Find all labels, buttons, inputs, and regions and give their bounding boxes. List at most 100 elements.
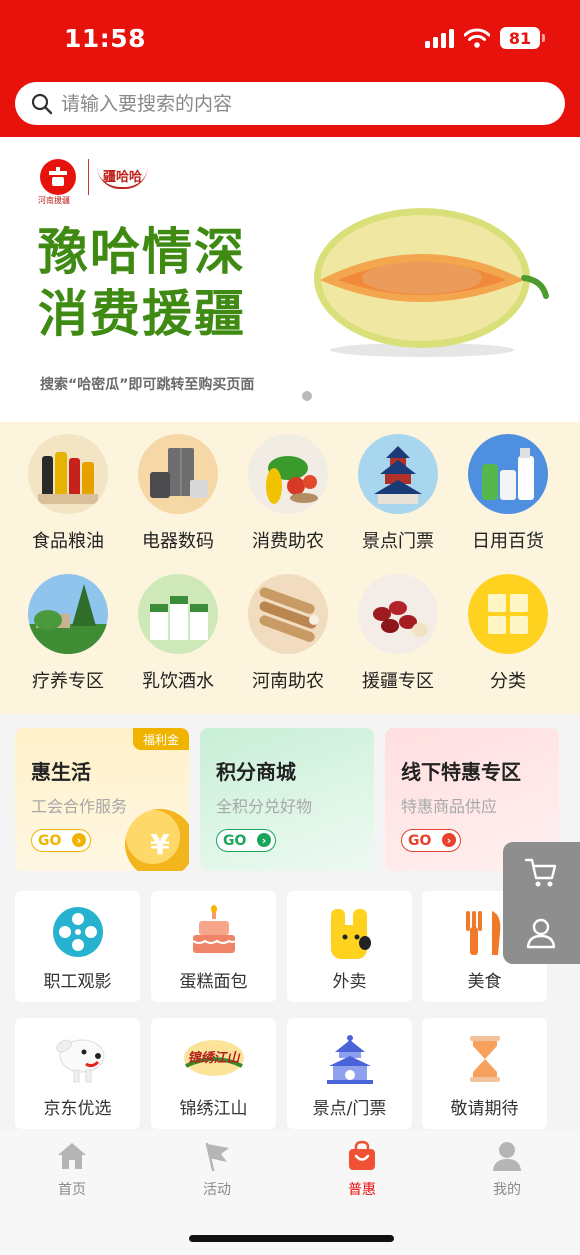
service-label: 职工观影: [43, 972, 112, 992]
user-outline-icon: [526, 918, 556, 949]
tab-label: 普惠: [348, 1182, 376, 1198]
cake-icon: [191, 905, 236, 953]
appliance-icon: [138, 434, 218, 514]
chevron-right-icon: ›: [257, 833, 271, 847]
logo-subtitle: 河南援疆: [38, 196, 70, 205]
category-food-oil[interactable]: 食品粮油: [13, 434, 123, 553]
go-button[interactable]: GO ›: [216, 829, 276, 852]
jd-dog-icon: [55, 1039, 104, 1083]
service-jd[interactable]: 京东优选: [15, 1018, 140, 1129]
service-movies[interactable]: 职工观影: [15, 891, 140, 1002]
service-label: 敬请期待: [450, 1099, 519, 1119]
service-cake[interactable]: 蛋糕面包: [151, 891, 276, 1002]
dairy-icon: [138, 574, 218, 654]
search-bar[interactable]: [15, 82, 565, 125]
grid-icon: [468, 574, 548, 654]
cellular-signal-icon: [425, 28, 454, 48]
wifi-icon: [464, 28, 490, 48]
category-xinjiang-aid[interactable]: 援疆专区: [343, 574, 453, 693]
henan-emblem-icon: [40, 159, 76, 195]
card-title: 积分商城: [216, 760, 296, 784]
sanatorium-icon: [28, 574, 108, 654]
category-sanatorium[interactable]: 疗养专区: [13, 574, 123, 693]
jinxiu-logo-icon: 锦绣江山: [182, 1036, 246, 1078]
card-points-mall[interactable]: 积分商城 全积分兑好物 GO ›: [200, 728, 374, 871]
category-label: 援疆专区: [362, 671, 434, 692]
film-reel-icon: [52, 907, 103, 957]
coin-icon: ¥: [125, 809, 189, 871]
category-scenic-tickets[interactable]: 景点门票: [343, 434, 453, 553]
tab-mine[interactable]: 我的: [462, 1140, 552, 1199]
tab-home[interactable]: 首页: [27, 1140, 117, 1199]
category-label: 消费助农: [252, 531, 324, 552]
welfare-tag: 福利金: [133, 728, 189, 750]
grain-oil-icon: [28, 434, 108, 514]
app-header: 11:58 81: [0, 0, 580, 137]
user-icon: [493, 1142, 521, 1171]
yam-icon: [248, 574, 328, 654]
category-appliances[interactable]: 电器数码: [123, 434, 233, 553]
card-subtitle: 全积分兑好物: [216, 797, 313, 816]
category-grid: 食品粮油 电器数码 消费助农 景点门票 日用百货 疗养专区 乳饮酒水 河南助农 …: [0, 422, 580, 714]
tab-activities[interactable]: 活动: [172, 1140, 262, 1199]
category-label: 河南助农: [252, 671, 324, 692]
category-henan-agri[interactable]: 河南助农: [233, 574, 343, 693]
jianghaha-logo: 疆哈哈: [97, 166, 149, 189]
status-time: 11:58: [64, 24, 147, 53]
category-all[interactable]: 分类: [453, 574, 563, 693]
tab-label: 活动: [203, 1182, 231, 1198]
temple-ticket-icon: [326, 1035, 373, 1084]
home-indicator[interactable]: [189, 1235, 394, 1242]
shopping-bag-icon: [349, 1140, 375, 1170]
service-coming-soon[interactable]: 敬请期待: [422, 1018, 547, 1129]
cart-button[interactable]: [521, 852, 561, 892]
tab-label: 我的: [493, 1182, 521, 1198]
category-label: 日用百货: [472, 531, 544, 552]
takeout-icon: [330, 909, 371, 959]
tab-puhui[interactable]: 普惠: [317, 1140, 407, 1199]
service-label: 景点/门票: [312, 1099, 387, 1119]
category-label: 景点门票: [362, 531, 434, 552]
hami-melon-image: [314, 208, 549, 357]
slogan-line-1: 豫哈情深: [38, 223, 246, 281]
go-button[interactable]: GO ›: [31, 829, 91, 852]
go-label: GO: [38, 832, 62, 849]
service-label: 锦绣江山: [179, 1099, 248, 1119]
category-dairy-drinks[interactable]: 乳饮酒水: [123, 574, 233, 693]
service-label: 美食: [467, 972, 502, 992]
cart-icon: [524, 858, 557, 887]
vegetables-icon: [248, 434, 328, 514]
status-indicators: 81: [425, 27, 545, 49]
category-label: 食品粮油: [32, 531, 104, 552]
profile-shortcut-button[interactable]: [521, 913, 561, 953]
category-label: 疗养专区: [32, 671, 104, 692]
floating-side-panel: [503, 842, 580, 964]
hourglass-icon: [469, 1036, 500, 1082]
chevron-right-icon: ›: [72, 833, 86, 847]
home-icon: [58, 1143, 86, 1169]
card-title: 线下特惠专区: [401, 760, 521, 784]
search-icon: [31, 93, 53, 114]
temple-icon: [358, 434, 438, 514]
service-jinxiu[interactable]: 锦绣江山 锦绣江山: [151, 1018, 276, 1129]
jinxiu-logo-text: 锦绣江山: [187, 1051, 240, 1066]
service-takeout[interactable]: 外卖: [287, 891, 412, 1002]
category-household[interactable]: 日用百货: [453, 434, 563, 553]
logo-separator: [88, 159, 89, 195]
search-input[interactable]: [61, 92, 565, 115]
category-agri-support[interactable]: 消费助农: [233, 434, 343, 553]
slogan-line-2: 消费援疆: [38, 285, 246, 343]
category-label: 分类: [490, 671, 526, 692]
promo-banner[interactable]: 疆哈哈 河南援疆 豫哈情深 消费援疆 搜索“哈密瓜”即可跳转至购买页面: [0, 137, 580, 422]
go-button[interactable]: GO ›: [401, 829, 461, 852]
tab-label: 首页: [58, 1182, 86, 1198]
carousel-indicator[interactable]: [302, 391, 312, 401]
household-icon: [468, 434, 548, 514]
service-scenic-tickets[interactable]: 景点/门票: [287, 1018, 412, 1129]
chevron-right-icon: ›: [442, 833, 456, 847]
card-hui-life[interactable]: 福利金 惠生活 工会合作服务 ¥ GO ›: [15, 728, 189, 871]
card-title: 惠生活: [31, 760, 91, 784]
flag-icon: [205, 1142, 229, 1172]
battery-icon: 81: [500, 27, 545, 49]
go-label: GO: [223, 832, 247, 849]
